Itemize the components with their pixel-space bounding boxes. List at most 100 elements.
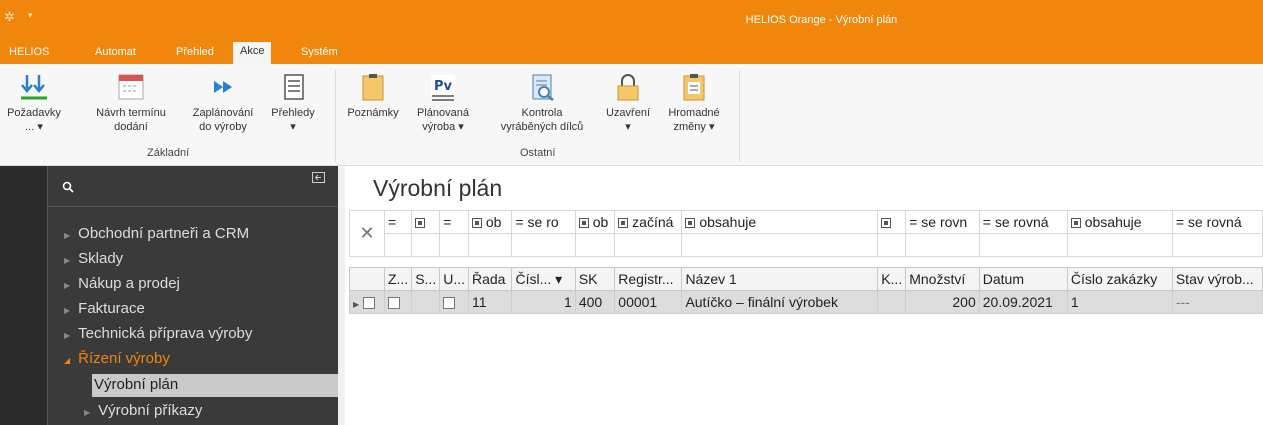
nav-item-technical-preparation[interactable]: ▶ Technická příprava výroby: [64, 325, 252, 342]
tab-system[interactable]: Systém: [301, 46, 338, 58]
row-selector[interactable]: ▶: [349, 290, 385, 314]
collapse-panel-icon[interactable]: [312, 172, 325, 183]
filter-checkbox-icon: [1070, 218, 1081, 229]
filter-input[interactable]: [511, 233, 576, 257]
nav-subitem-production-plan[interactable]: Výrobní plán: [94, 376, 178, 393]
main-area: Výrobní plán ✕ = = ob = se ro ob začíná …: [345, 166, 1263, 425]
checkbox[interactable]: [387, 297, 400, 310]
list-icon: [284, 74, 304, 100]
cell-zakazka: 1: [1066, 290, 1173, 314]
cell-nazev: Autíčko – finální výrobek: [681, 290, 879, 314]
column-header[interactable]: Název 1: [681, 267, 879, 291]
checkbox[interactable]: [443, 297, 456, 310]
column-header[interactable]: K...: [877, 267, 907, 291]
filter-input[interactable]: [978, 233, 1068, 257]
cell-sk: 400: [574, 290, 616, 314]
svg-text:Pv: Pv: [434, 79, 453, 94]
notepad-icon: [362, 74, 384, 101]
ribbon: Požadavky ... ▾ Návrh termínu dodání Zap…: [0, 64, 1263, 166]
cell-checkbox[interactable]: [383, 290, 413, 314]
filter-cell[interactable]: [411, 210, 441, 234]
column-header[interactable]: Z...: [383, 267, 413, 291]
filter-cell[interactable]: začíná: [614, 210, 683, 234]
bulk-changes-button[interactable]: Hromadné změny ▾: [662, 72, 726, 134]
row-selector-header: [349, 267, 385, 291]
nav-item-stock[interactable]: ▶ Sklady: [64, 250, 123, 267]
column-header[interactable]: Množství: [905, 267, 980, 291]
cell-datum: 20.09.2021: [978, 290, 1068, 314]
overviews-button[interactable]: Přehledy ▾: [268, 72, 318, 134]
filter-input[interactable]: [411, 233, 441, 257]
fast-forward-icon: [214, 81, 232, 93]
column-header[interactable]: Číslo zakázky: [1066, 267, 1173, 291]
filter-input[interactable]: [574, 233, 616, 257]
tab-akce[interactable]: Akce: [233, 42, 272, 64]
control-parts-button[interactable]: Kontrola vyráběných dílců: [494, 72, 590, 134]
filter-checkbox-icon: [618, 218, 629, 229]
nav-search[interactable]: [48, 166, 338, 207]
nav-subitem-production-orders[interactable]: ▶ Výrobní příkazy: [84, 402, 202, 419]
filter-cell[interactable]: ob: [574, 210, 616, 234]
filter-input[interactable]: [877, 233, 907, 257]
column-header[interactable]: U...: [439, 267, 469, 291]
clear-filter-icon[interactable]: ✕: [349, 210, 385, 257]
filter-input[interactable]: [439, 233, 469, 257]
nav-item-invoicing[interactable]: ▶ Fakturace: [64, 300, 145, 317]
filter-cell[interactable]: = se rovná: [978, 210, 1068, 234]
filter-cell[interactable]: obsahuje: [1066, 210, 1173, 234]
filter-cell[interactable]: =: [439, 210, 469, 234]
filter-cell[interactable]: = se rovná: [1171, 210, 1263, 234]
filter-checkbox-icon: [578, 218, 589, 229]
cell-checkbox[interactable]: [439, 290, 469, 314]
deadline-proposal-button[interactable]: Návrh termínu dodání: [90, 72, 172, 134]
filter-cell[interactable]: = se ro: [511, 210, 576, 234]
filter-input[interactable]: [383, 233, 413, 257]
column-header-sorted[interactable]: Čísl... ▾: [511, 267, 576, 291]
filter-cell[interactable]: = se rovn: [905, 210, 980, 234]
column-header[interactable]: SK: [574, 267, 616, 291]
filter-input[interactable]: [1171, 233, 1263, 257]
search-icon: [62, 181, 74, 193]
notes-button[interactable]: Poznámky: [344, 72, 402, 120]
calendar-icon: [118, 74, 144, 100]
filter-cell[interactable]: obsahuje: [681, 210, 879, 234]
requests-button[interactable]: Požadavky ... ▾: [4, 72, 64, 134]
nav-item-production-control[interactable]: ◢ Řízení výroby: [64, 350, 170, 367]
filter-cell[interactable]: ob: [467, 210, 513, 234]
column-header[interactable]: Stav výrob...: [1171, 267, 1263, 291]
filter-checkbox-icon: [415, 218, 426, 229]
nav-item-purchase-sales[interactable]: ▶ Nákup a prodej: [64, 275, 180, 292]
current-row-icon: ▶: [353, 300, 360, 309]
column-header[interactable]: Registr...: [614, 267, 683, 291]
cell-stav: ---: [1171, 290, 1263, 314]
filter-input[interactable]: [1066, 233, 1173, 257]
tab-automat[interactable]: Automat: [95, 46, 136, 58]
filter-checkbox-icon: [685, 218, 696, 229]
table-row[interactable]: ▶ 11 1 400 00001 Autíčko – finální výrob…: [349, 290, 1263, 314]
filter-cell[interactable]: [877, 210, 907, 234]
filter-input[interactable]: [681, 233, 879, 257]
planned-production-icon: Pv: [431, 75, 455, 101]
closing-button[interactable]: Uzavření ▾: [600, 72, 656, 134]
cell-k: [877, 290, 907, 314]
title-bar: ✲ ▾ HELIOS Orange - Výrobní plán: [0, 0, 1263, 40]
schedule-production-button[interactable]: Zaplánování do výroby: [186, 72, 260, 134]
window-title: HELIOS Orange - Výrobní plán: [745, 14, 898, 26]
column-header[interactable]: S...: [411, 267, 441, 291]
tab-prehled[interactable]: Přehled: [176, 46, 214, 58]
filter-input[interactable]: [905, 233, 980, 257]
tab-helios[interactable]: HELIOS: [9, 46, 49, 58]
cell-rada: 11: [467, 290, 513, 314]
ribbon-tabs: HELIOS Automat Přehled Akce Systém: [0, 40, 1263, 64]
filter-cell[interactable]: =: [383, 210, 413, 234]
filter-input[interactable]: [614, 233, 683, 257]
nav-item-partners[interactable]: ▶ Obchodní partneři a CRM: [64, 225, 249, 242]
column-header[interactable]: Řada: [467, 267, 513, 291]
planned-production-button[interactable]: Pv Plánovaná výroba ▾: [414, 72, 472, 134]
clipboard-edit-icon: [683, 74, 705, 101]
cell-mnozstvi: 200: [905, 290, 980, 314]
filter-input[interactable]: [467, 233, 513, 257]
filter-row: ✕ = = ob = se ro ob začíná obsahuje = se…: [349, 210, 1263, 257]
row-checkbox[interactable]: [363, 297, 376, 310]
column-header[interactable]: Datum: [978, 267, 1068, 291]
